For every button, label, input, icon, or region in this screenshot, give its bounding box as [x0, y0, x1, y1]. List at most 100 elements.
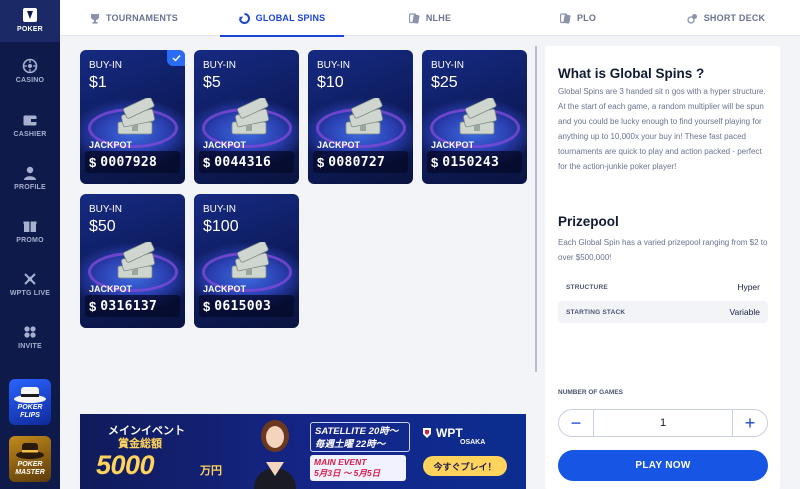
sidebar-item-invite[interactable]: INVITE: [0, 324, 60, 350]
spin-card-4[interactable]: BUY-IN $25 JACKPOT $0150243: [422, 50, 527, 184]
spin-card-3[interactable]: BUY-IN $10 JACKPOT $0080727: [308, 50, 413, 184]
currency-symbol: $: [89, 154, 97, 170]
sidebar-item-poker[interactable]: POKER: [0, 0, 60, 42]
banner-subtitle: 賞金総額: [118, 438, 162, 450]
sidebar-item-cashier[interactable]: CASHIER: [0, 112, 60, 138]
spin-card-6[interactable]: BUY-IN $100 JACKPOT $0615003: [194, 194, 299, 328]
sidebar-item-label: CASINO: [15, 77, 45, 84]
tab-tournaments[interactable]: TOURNAMENTS: [60, 0, 208, 36]
poker-master-tile[interactable]: POKER MASTER: [9, 436, 51, 482]
spin-card-5[interactable]: BUY-IN $50 JACKPOT $0316137: [80, 194, 185, 328]
buyin-label: BUY-IN: [89, 60, 122, 71]
promo-title-line2: MASTER: [15, 469, 45, 476]
sidebar-item-label: CASHIER: [13, 131, 47, 138]
jackpot-label: JACKPOT: [89, 140, 133, 150]
trophy-icon: [90, 13, 99, 24]
buyin-price: $50: [89, 218, 116, 235]
jackpot-counter: $0080727: [313, 151, 408, 173]
sidebar-item-casino[interactable]: CASINO: [0, 58, 60, 84]
wpt-osaka-banner[interactable]: メインイベント 賞金総額 5000 万円 SATELLITE 20時～ 毎週土曜 …: [80, 414, 526, 489]
roulette-icon: [22, 58, 38, 74]
currency-symbol: $: [203, 298, 211, 314]
increment-button[interactable]: +: [733, 410, 767, 436]
attribute-value: Variable: [729, 307, 760, 317]
sidebar-item-wptg-live[interactable]: WPTG LIVE: [0, 271, 60, 297]
tab-plo[interactable]: PLO: [504, 0, 652, 36]
buyin-price: $100: [203, 218, 239, 235]
spin-card-2[interactable]: BUY-IN $5 JACKPOT $0044316: [194, 50, 299, 184]
promo-title-line1: POKER: [17, 461, 43, 468]
games-stepper: − 1 +: [558, 409, 768, 437]
satellite-box: SATELLITE 20時～ 毎週土曜 22時～: [310, 422, 410, 452]
buyin-label: BUY-IN: [431, 60, 464, 71]
wpt-logo: WPT: [436, 426, 463, 440]
wpt-city: OSAKA: [460, 439, 486, 446]
cards-icon: [559, 12, 571, 24]
jackpot-label: JACKPOT: [89, 284, 133, 294]
tab-global-spins[interactable]: GLOBAL SPINS: [208, 0, 356, 37]
buyin-label: BUY-IN: [89, 204, 122, 215]
money-stack-icon: [345, 98, 383, 135]
prizepool-description: Each Global Spin has a varied prizepool …: [558, 238, 768, 262]
sidebar-item-promo[interactable]: PROMO: [0, 218, 60, 244]
tab-label: SHORT DECK: [703, 13, 766, 23]
user-icon: [24, 166, 36, 180]
money-stack-icon: [459, 98, 497, 135]
info-panel: What is Global Spins ? Global Spins are …: [545, 46, 780, 489]
play-now-button[interactable]: PLAY NOW: [558, 450, 768, 481]
jackpot-counter: $0150243: [427, 151, 522, 173]
money-stack-icon: [231, 98, 269, 135]
sidebar-item-profile[interactable]: PROFILE: [0, 165, 60, 191]
prizepool-title: Prizepool: [558, 214, 619, 229]
attribute-row-structure: STRUCTURE Hyper: [558, 276, 768, 298]
gift-icon: [23, 221, 37, 232]
jackpot-value: 0316137: [100, 298, 158, 314]
tab-nlhe[interactable]: NLHE: [356, 0, 504, 36]
invite-icon: [24, 326, 36, 338]
banner-amount: 5000: [96, 450, 155, 480]
jackpot-value: 0150243: [442, 154, 500, 170]
jackpot-counter: $0615003: [199, 295, 294, 317]
money-stack-icon: [117, 98, 155, 135]
wallet-icon: [23, 115, 37, 126]
jackpot-counter: $0007928: [85, 151, 180, 173]
games-count-input[interactable]: 1: [593, 410, 733, 436]
sidebar-item-label: INVITE: [18, 343, 42, 350]
poker-flips-tile[interactable]: POKER FLIPS: [9, 379, 51, 425]
tab-label: NLHE: [425, 13, 452, 23]
tab-label: TOURNAMENTS: [105, 13, 179, 23]
decrement-button[interactable]: −: [559, 410, 593, 436]
spin-card-1[interactable]: BUY-IN $1 JACKPOT $0007928: [80, 50, 185, 184]
selected-check-icon: [167, 50, 185, 66]
money-stack-icon: [117, 242, 155, 279]
sidebar: POKER CASINO CASHIER PROFILE PROMO WPTG …: [0, 0, 60, 489]
sidebar-item-label: PROMO: [16, 237, 44, 244]
buyin-label: BUY-IN: [203, 60, 236, 71]
sidebar-item-label: WPTG LIVE: [9, 290, 51, 297]
jackpot-label: JACKPOT: [203, 140, 247, 150]
buyin-label: BUY-IN: [203, 204, 236, 215]
promo-title-line1: POKER: [17, 404, 43, 411]
scroll-divider[interactable]: [535, 46, 537, 372]
panel-description: Global Spins are 3 handed sit n gos with…: [558, 87, 766, 171]
satellite-line2: 毎週土曜 22時～: [315, 439, 386, 450]
spin-cards-grid: BUY-IN $1 JACKPOT $0007928 BUY-IN $5 JAC…: [70, 36, 534, 406]
attribute-value: Hyper: [737, 282, 760, 292]
buyin-price: $25: [431, 74, 458, 91]
jackpot-value: 0080727: [328, 154, 386, 170]
tab-short-deck[interactable]: SHORT DECK: [652, 0, 800, 36]
jackpot-value: 0615003: [214, 298, 272, 314]
jackpot-value: 0044316: [214, 154, 272, 170]
money-stack-icon: [231, 242, 269, 279]
game-type-tabs: TOURNAMENTS GLOBAL SPINS NLHE PLO SHORT …: [60, 0, 800, 37]
banner-amount-unit: 万円: [200, 465, 222, 477]
currency-symbol: $: [89, 298, 97, 314]
jackpot-value: 0007928: [100, 154, 158, 170]
play-now-banner-button[interactable]: 今すぐプレイ！: [423, 456, 507, 476]
panel-title: What is Global Spins ?: [558, 66, 705, 81]
main-event-line1: MAIN EVENT: [314, 457, 367, 467]
jackpot-label: JACKPOT: [317, 140, 361, 150]
host-portrait-icon: [254, 420, 296, 489]
attribute-key: STRUCTURE: [566, 283, 608, 291]
promo-title-line2: FLIPS: [20, 412, 40, 419]
